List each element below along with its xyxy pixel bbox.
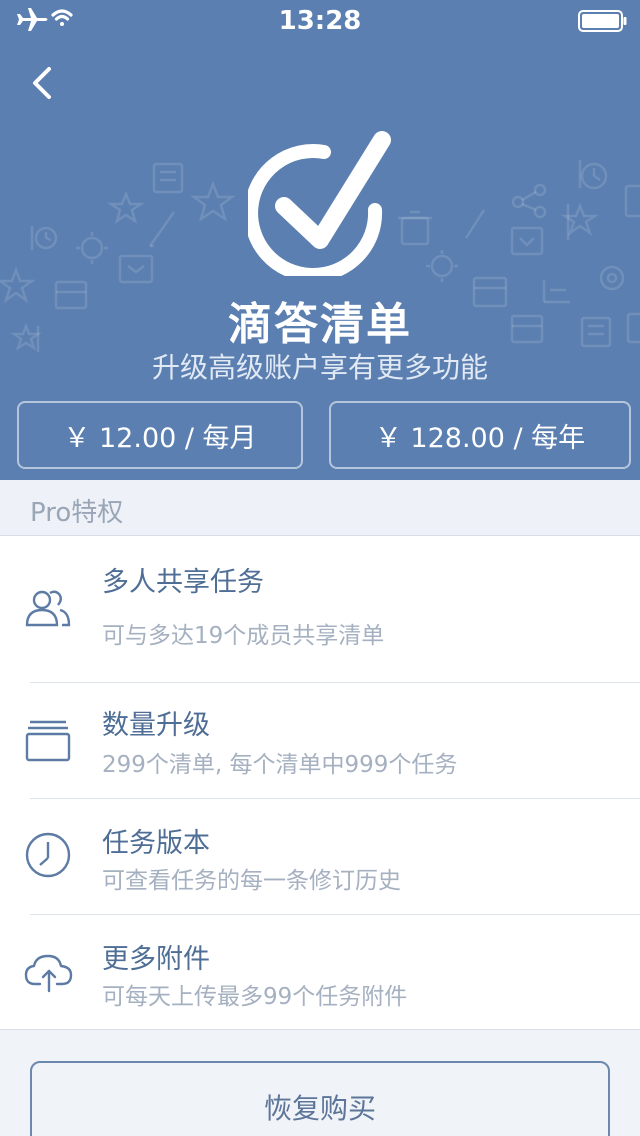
feature-item-attachments: 更多附件 可每天上传最多99个任务附件	[0, 915, 640, 1030]
feature-description: 299个清单, 每个清单中999个任务	[102, 752, 458, 778]
pro-section-header: Pro特权	[0, 480, 640, 536]
app-subtitle: 升级高级账户享有更多功能	[151, 351, 488, 384]
header-hero: 13:28 滴答清单 升级高级账户享有更多功能 ￥ 12.00 / 每月 ￥ 1…	[0, 0, 640, 480]
app-title: 滴答清单	[228, 299, 412, 350]
feature-description: 可与多达19个成员共享清单	[102, 623, 385, 649]
feature-description: 可每天上传最多99个任务附件	[102, 984, 408, 1010]
checkmark-circle-icon	[248, 131, 391, 276]
cloud-upload-icon	[24, 954, 73, 993]
feature-title: 更多附件	[102, 944, 210, 975]
list-box-icon	[25, 720, 71, 762]
feature-item-sharing: 多人共享任务 可与多达19个成员共享清单	[0, 536, 640, 682]
feature-item-quota: 数量升级 299个清单, 每个清单中999个任务	[0, 683, 640, 798]
feature-title: 任务版本	[102, 828, 210, 859]
monthly-price-button[interactable]: ￥ 12.00 / 每月	[17, 401, 303, 469]
chevron-left-icon	[33, 67, 51, 99]
battery-icon	[578, 10, 628, 36]
status-bar: 13:28	[0, 0, 640, 40]
restore-purchase-button[interactable]: 恢复购买	[30, 1061, 610, 1136]
feature-list: 多人共享任务 可与多达19个成员共享清单 数量升级 299个清单, 每个清单中9…	[0, 536, 640, 1030]
feature-title: 数量升级	[102, 710, 210, 741]
feature-item-versions: 任务版本 可查看任务的每一条修订历史	[0, 799, 640, 914]
feature-description: 可查看任务的每一条修订历史	[102, 868, 401, 894]
back-button[interactable]	[18, 56, 66, 110]
status-time: 13:28	[278, 6, 362, 36]
feature-title: 多人共享任务	[102, 567, 264, 598]
users-icon	[25, 590, 71, 627]
clock-icon	[25, 832, 71, 878]
yearly-price-button[interactable]: ￥ 128.00 / 每年	[329, 401, 631, 469]
section-title: Pro特权	[30, 498, 124, 528]
